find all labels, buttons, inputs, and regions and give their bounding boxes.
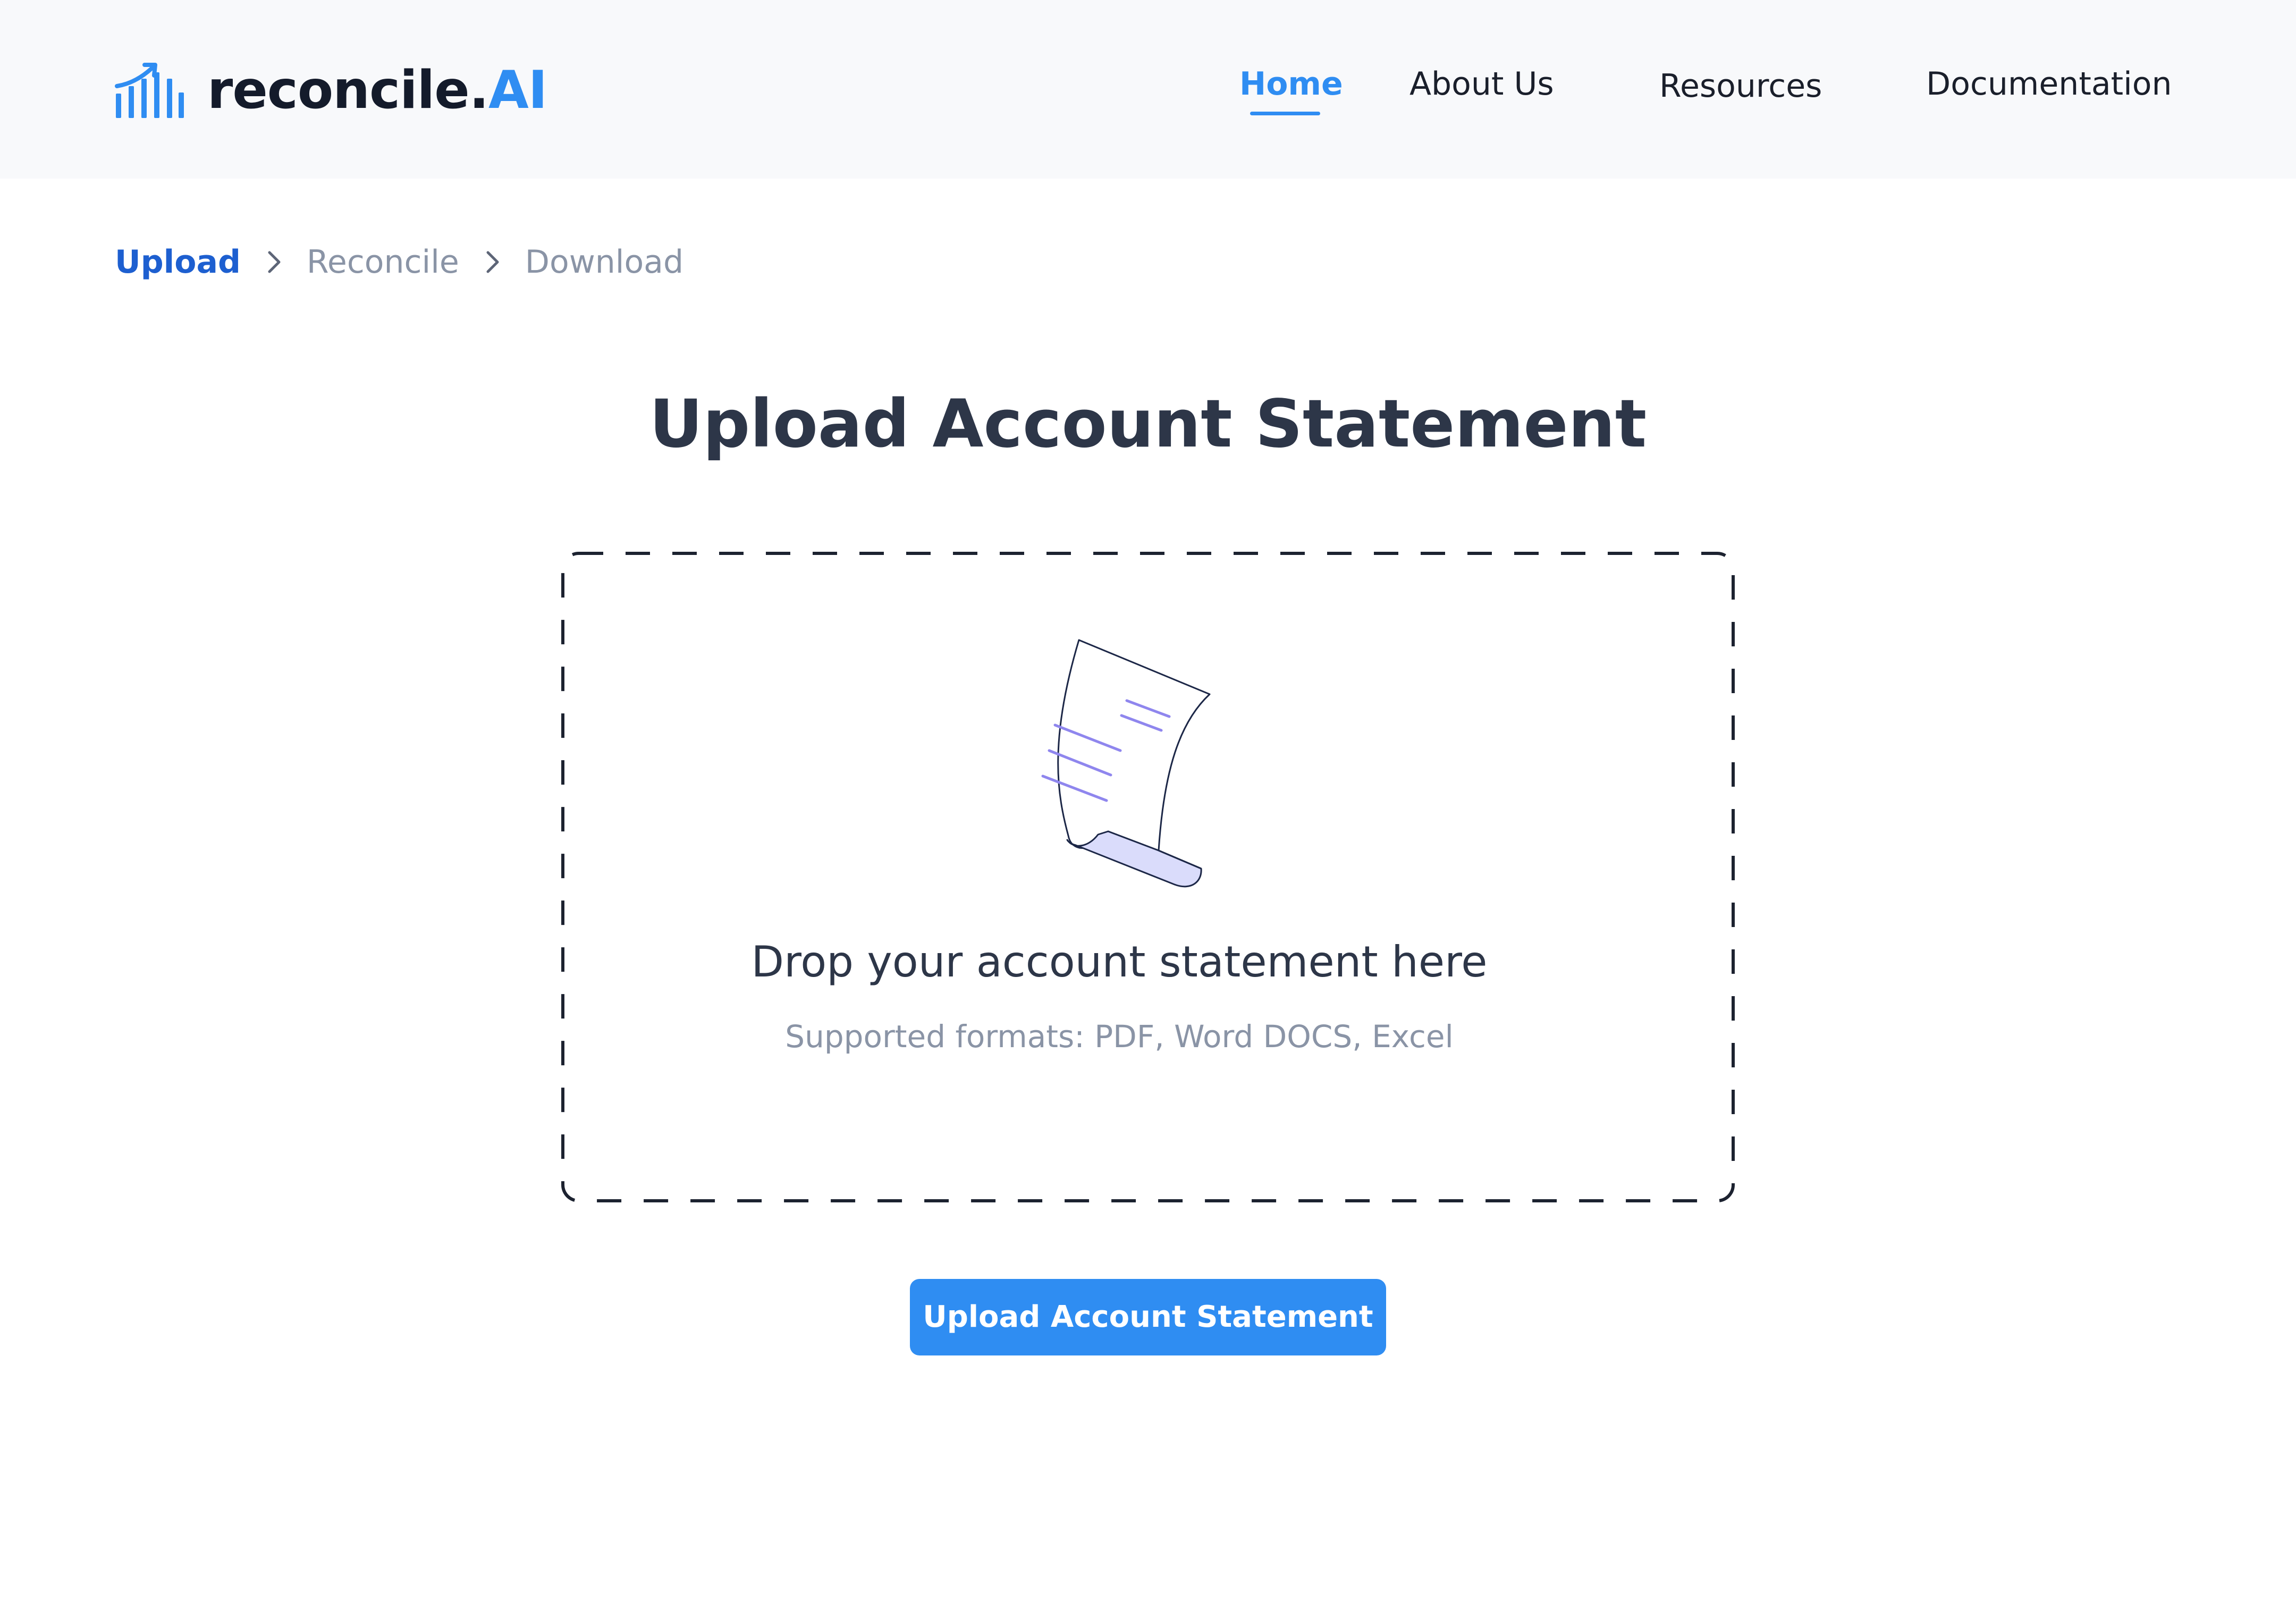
brand-name-accent: AI: [488, 60, 547, 121]
page-title: Upload Account Statement: [649, 386, 1647, 462]
file-dropzone[interactable]: Drop your account statement here Support…: [561, 552, 1735, 1202]
chevron-right-icon: [268, 251, 281, 273]
brand-name: reconcile.AI: [207, 60, 547, 121]
nav-active-indicator: [1250, 112, 1320, 115]
breadcrumb-download[interactable]: Download: [525, 243, 683, 281]
breadcrumb-upload[interactable]: Upload: [115, 243, 241, 281]
chevron-right-icon: [486, 251, 499, 273]
brand-logo[interactable]: reconcile.AI: [115, 58, 547, 122]
nav-resources[interactable]: Resources: [1659, 65, 1822, 107]
nav-about-us[interactable]: About Us: [1409, 63, 1554, 105]
document-scroll-icon: [1041, 639, 1211, 888]
breadcrumb: Upload Reconcile Download: [115, 240, 683, 284]
nav-home[interactable]: Home: [1239, 63, 1343, 105]
bar-chart-trend-icon: [115, 63, 184, 118]
dropzone-title: Drop your account statement here: [751, 937, 1488, 987]
breadcrumb-reconcile[interactable]: Reconcile: [307, 243, 459, 281]
dropzone-supported-formats: Supported formats: PDF, Word DOCS, Excel: [785, 1018, 1454, 1055]
nav-documentation[interactable]: Documentation: [1926, 63, 2172, 105]
site-header: reconcile.AI Home About Us Resources Doc…: [0, 0, 2296, 179]
upload-statement-button[interactable]: Upload Account Statement: [910, 1279, 1386, 1355]
